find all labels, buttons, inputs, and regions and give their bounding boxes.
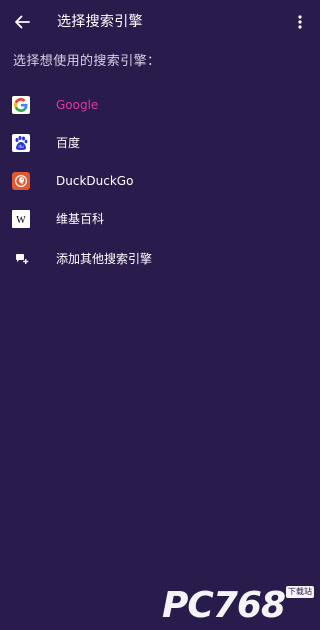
section-subtitle: 选择想使用的搜索引擎： <box>13 54 161 69</box>
top-app-bar: 选择搜索引擎 <box>0 0 320 44</box>
search-engine-item-wikipedia[interactable]: W 维基百科 <box>0 200 320 238</box>
add-search-engine-label: 添加其他搜索引擎 <box>56 252 153 266</box>
watermark-text: PC768 <box>162 585 286 626</box>
google-icon <box>12 96 30 114</box>
page-title: 选择搜索引擎 <box>57 14 143 30</box>
wikipedia-icon: W <box>12 210 30 228</box>
more-vert-icon <box>298 15 302 29</box>
search-engine-item-baidu[interactable]: du 百度 <box>0 124 320 162</box>
back-button[interactable] <box>8 8 36 36</box>
pc768-watermark-logo: PC768 下载站 <box>162 584 314 624</box>
search-engine-label: DuckDuckGo <box>56 174 134 188</box>
add-search-engine-icon <box>14 250 30 266</box>
watermark-badge: 下载站 <box>286 586 314 598</box>
svg-text:W: W <box>16 215 26 226</box>
search-engine-item-google[interactable]: Google <box>0 86 320 124</box>
search-engine-label: 维基百科 <box>56 212 105 226</box>
svg-text:du: du <box>18 144 24 149</box>
overflow-menu-button[interactable] <box>288 9 312 35</box>
arrow-left-icon <box>15 15 30 29</box>
search-engine-item-duckduckgo[interactable]: DuckDuckGo <box>0 162 320 200</box>
search-engine-label: 百度 <box>56 136 81 150</box>
search-engine-label: Google <box>56 98 99 112</box>
duckduckgo-icon <box>12 172 30 190</box>
search-engine-list: Google du 百度 DuckDuckGo W 维基百科 <box>0 86 320 238</box>
baidu-icon: du <box>12 134 30 152</box>
add-search-engine-button[interactable]: 添加其他搜索引擎 <box>0 240 320 278</box>
